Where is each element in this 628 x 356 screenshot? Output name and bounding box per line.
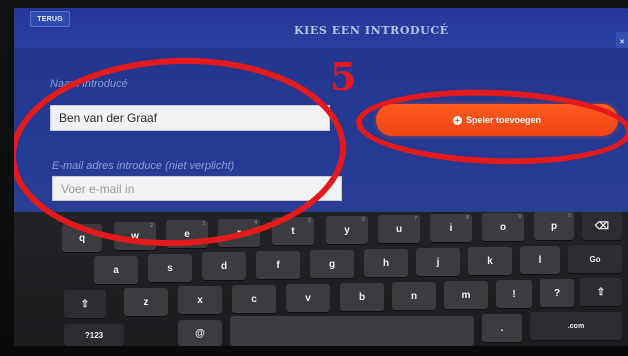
back-button[interactable]: TERUG [30,11,70,27]
key-l[interactable]: l [520,246,560,274]
key-k[interactable]: k [468,247,512,275]
key-y[interactable]: y6 [326,216,368,244]
key-period[interactable]: . [482,314,522,342]
shift-left-key[interactable]: ⇧ [64,290,106,318]
shift-right-key[interactable]: ⇧ [580,278,622,306]
key-d[interactable]: d [202,252,246,280]
key-g[interactable]: g [310,250,354,278]
key-o[interactable]: o9 [482,213,524,241]
key-b[interactable]: b [340,283,384,311]
key-f[interactable]: f [256,251,300,279]
step-number: 5 [330,54,357,99]
key-i[interactable]: i8 [430,214,472,242]
key-at[interactable]: @ [178,320,222,346]
key-n[interactable]: n [392,282,436,310]
key-z[interactable]: z [124,288,168,316]
dotcom-key[interactable]: .com [530,312,622,340]
tablet-screen: TERUG KIES EEN INTRODUCÉ ✕ Naam introduc… [14,8,628,346]
key-s[interactable]: s [148,254,192,282]
key-v[interactable]: v [286,284,330,312]
key-h[interactable]: h [364,249,408,277]
key-j[interactable]: j [416,248,460,276]
space-key[interactable] [230,316,474,346]
key-u[interactable]: u7 [378,215,420,243]
key-x[interactable]: x [178,286,222,314]
symbols-key[interactable]: ?123 [64,324,124,346]
key-p[interactable]: p0 [534,212,574,240]
page-title: KIES EEN INTRODUCÉ [294,24,449,37]
key-question[interactable]: ? [540,279,574,307]
key-c[interactable]: c [232,285,276,313]
key-m[interactable]: m [444,281,488,309]
key-exclamation[interactable]: ! [496,280,532,308]
key-a[interactable]: a [94,256,138,284]
top-bar: TERUG KIES EEN INTRODUCÉ ✕ [14,8,628,52]
go-key[interactable]: Go [568,245,622,273]
backspace-key[interactable]: ⌫ [582,212,622,240]
